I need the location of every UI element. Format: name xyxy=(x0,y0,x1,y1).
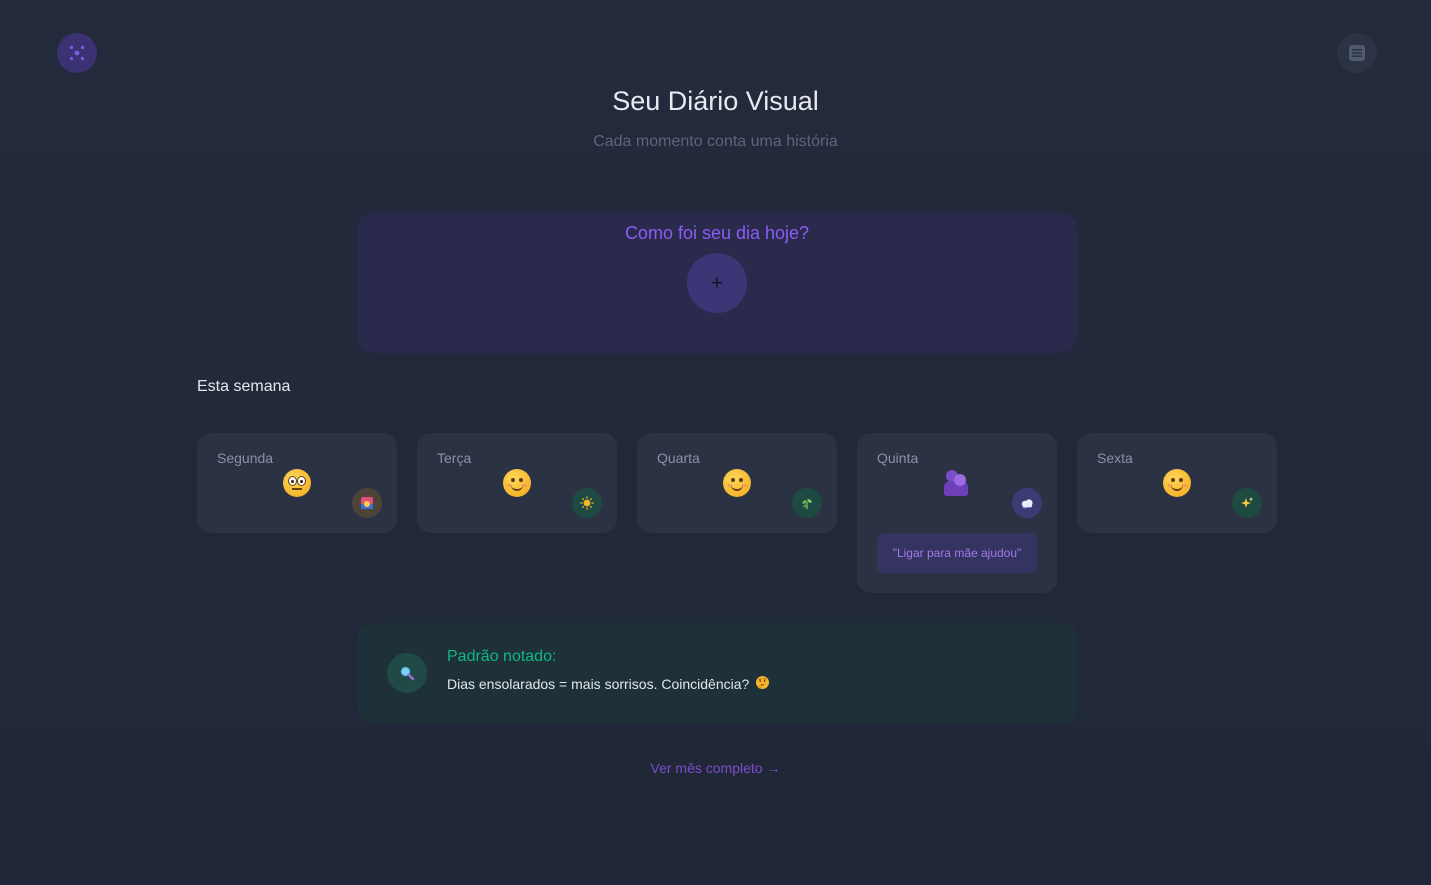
checkin-question: Como foi seu dia hoje? xyxy=(624,223,810,243)
smiling-face-icon xyxy=(497,466,537,500)
insight-text: Dias ensolarados = mais sorrisos. Coinci… xyxy=(447,676,750,692)
sun-icon xyxy=(572,488,602,518)
herb-icon xyxy=(792,488,822,518)
day-name: Segunda xyxy=(217,450,274,466)
day-name: Quinta xyxy=(877,450,919,466)
smiling-face-icon xyxy=(1157,466,1197,500)
add-entry-button[interactable]: + xyxy=(687,253,747,313)
day-card-segunda[interactable]: Segunda xyxy=(197,433,397,533)
logo-button[interactable] xyxy=(57,33,97,73)
smiling-face-icon xyxy=(717,466,757,500)
view-full-month-link[interactable]: Ver mês completo → xyxy=(0,760,1431,776)
sparkles-icon xyxy=(1232,488,1262,518)
day-note: "Ligar para mãe ajudou" xyxy=(877,533,1037,573)
page-subtitle: Cada momento conta uma história xyxy=(593,133,838,150)
thinking-face-icon xyxy=(755,675,770,693)
diary-page: Seu Diário Visual Cada momento conta uma… xyxy=(0,0,1431,885)
day-card-quarta[interactable]: Quarta xyxy=(637,433,837,533)
day-card-sexta[interactable]: Sexta xyxy=(1077,433,1277,533)
day-card-quinta[interactable]: Quinta "Ligar para mãe ajudou" xyxy=(857,433,1057,593)
dots-logo-icon xyxy=(69,45,85,61)
sunset-icon xyxy=(352,488,382,518)
day-name: Quarta xyxy=(657,450,700,466)
day-name: Terça xyxy=(437,450,472,466)
day-card-terca[interactable]: Terça xyxy=(417,433,617,533)
menu-icon xyxy=(1349,45,1365,61)
cloud-icon xyxy=(1012,488,1042,518)
insight-title: Padrão notado: xyxy=(447,648,557,665)
magnifier-icon xyxy=(387,653,427,693)
menu-button[interactable] xyxy=(1337,33,1377,73)
insight-text-row: Dias ensolarados = mais sorrisos. Coinci… xyxy=(447,675,770,693)
week-section-label: Esta semana xyxy=(197,378,291,395)
page-title: Seu Diário Visual xyxy=(612,86,819,116)
daily-checkin-card: Como foi seu dia hoje? + xyxy=(357,213,1077,353)
neutral-face-icon xyxy=(277,466,317,500)
hug-icon xyxy=(937,466,977,500)
day-name: Sexta xyxy=(1097,450,1133,466)
insight-card: Padrão notado: Dias ensolarados = mais s… xyxy=(357,623,1077,723)
